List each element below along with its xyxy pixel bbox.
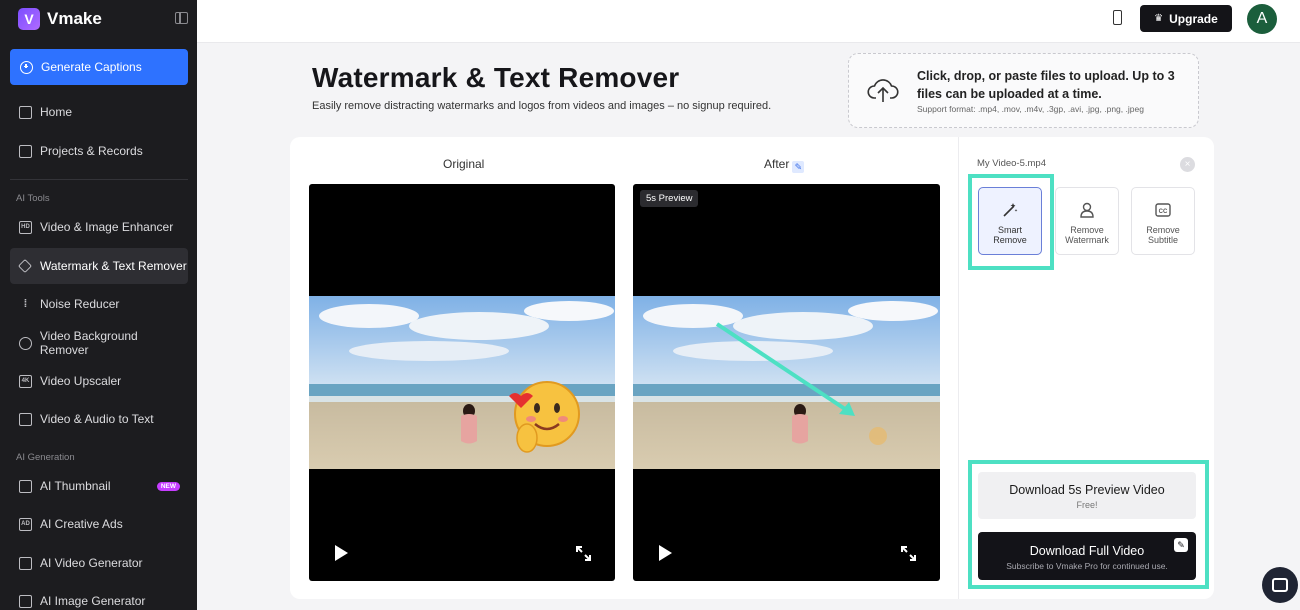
watermark-person-icon (1080, 202, 1094, 218)
app-name: Vmake (47, 9, 102, 28)
image-gen-icon (19, 594, 32, 608)
crown-icon: ♛ (1154, 13, 1164, 24)
sidebar-item-label: Video Upscaler (40, 374, 122, 388)
magic-wand-icon: ✎ (792, 161, 805, 173)
sidebar-item-label: AI Image Generator (40, 594, 146, 608)
generate-captions-button[interactable]: Generate Captions (10, 49, 188, 85)
beach-scene-result-image (633, 296, 940, 469)
sidebar-item-label: AI Thumbnail (40, 479, 111, 493)
preview-badge: 5s Preview (640, 190, 699, 207)
page-title: Watermark & Text Remover (312, 62, 680, 93)
projects-icon (19, 144, 32, 158)
sidebar-item-label: Video & Audio to Text (40, 412, 154, 426)
upgrade-button[interactable]: ♛ Upgrade (1140, 5, 1232, 32)
fullscreen-icon[interactable] (576, 546, 591, 561)
play-icon[interactable] (659, 545, 672, 561)
avatar[interactable]: A (1247, 4, 1277, 34)
sidebar-item-label: Video Background Remover (39, 329, 138, 357)
tool-label-line2: Subtitle (1147, 235, 1179, 245)
sidebar-item-audio-to-text[interactable]: Video & Audio to Text (10, 401, 188, 437)
sidebar-item-ai-image-generator[interactable]: AI Image Generator (10, 583, 188, 610)
play-icon[interactable] (335, 545, 348, 561)
sidebar-item-projects[interactable]: Projects & Records (10, 133, 188, 169)
upgrade-label: Upgrade (1169, 11, 1218, 26)
supported-formats: Support format: .mp4, .mov, .m4v, .3gp, … (917, 104, 1144, 114)
remove-subtitle-button[interactable]: CC Remove Subtitle (1131, 187, 1195, 255)
upload-instructions: Click, drop, or paste files to upload. U… (917, 69, 1175, 101)
collapse-sidebar-icon[interactable] (175, 12, 188, 24)
sidebar-item-label: AI Creative Ads (40, 517, 123, 531)
hd-icon: HD (19, 220, 32, 234)
sidebar: V Vmake Generate Captions Home Projects … (0, 0, 197, 610)
sidebar-item-ai-creative-ads[interactable]: AD AI Creative Ads (10, 506, 188, 542)
after-label: After (764, 157, 790, 171)
sidebar-item-label: Projects & Records (40, 144, 143, 158)
svg-text:CC: CC (1159, 209, 1168, 215)
remove-watermark-button[interactable]: Remove Watermark (1055, 187, 1119, 255)
sidebar-item-ai-video-generator[interactable]: AI Video Generator (10, 545, 188, 581)
sidebar-item-label: AI Video Generator (40, 556, 143, 570)
page-subtitle: Easily remove distracting watermarks and… (312, 100, 772, 112)
plus-circle-icon (20, 60, 33, 74)
vmake-logo-icon: V (18, 8, 40, 30)
sidebar-item-ai-thumbnail[interactable]: AI Thumbnail NEW (10, 468, 188, 504)
video-gen-icon (19, 556, 32, 570)
ai-tools-section-label: AI Tools (16, 193, 50, 204)
logo[interactable]: V Vmake (18, 7, 102, 31)
sidebar-item-enhancer[interactable]: HD Video & Image Enhancer (10, 209, 188, 245)
4k-icon: 4K (19, 374, 32, 388)
cc-icon: CC (1155, 203, 1171, 217)
cloud-upload-icon (867, 79, 899, 102)
sidebar-item-home[interactable]: Home (10, 94, 188, 130)
text-icon (19, 412, 32, 426)
eraser-icon (17, 258, 33, 274)
generate-captions-label: Generate Captions (41, 60, 142, 74)
tool-label-line1: Remove (1146, 225, 1180, 235)
sidebar-item-label: Home (40, 105, 73, 119)
tool-label-line1: Remove (1070, 225, 1104, 235)
top-bar (197, 0, 1300, 43)
new-badge: NEW (156, 481, 180, 491)
thumbnail-icon (19, 479, 32, 493)
waveform-icon: ⁞ (23, 298, 28, 310)
sidebar-item-watermark-remover[interactable]: Watermark & Text Remover (10, 248, 188, 284)
panel-divider (958, 137, 959, 599)
original-label: Original (443, 157, 485, 171)
sidebar-item-noise-reducer[interactable]: ⁞ Noise Reducer (10, 286, 188, 322)
chat-support-button[interactable] (1262, 567, 1298, 603)
sidebar-item-label: Noise Reducer (40, 297, 120, 311)
chat-icon (1272, 578, 1288, 592)
after-video-player[interactable]: 5s Preview (633, 184, 940, 581)
mobile-phone-icon[interactable] (1113, 10, 1122, 25)
close-icon[interactable]: × (1180, 157, 1195, 172)
original-video-player[interactable] (309, 184, 615, 581)
highlight-box-downloads (968, 460, 1209, 589)
home-icon (19, 105, 32, 119)
ads-icon: AD (19, 517, 32, 531)
sidebar-divider (10, 179, 188, 180)
person-icon (19, 336, 32, 350)
tool-label-line2: Watermark (1065, 235, 1109, 245)
sidebar-item-label: Video & Image Enhancer (40, 220, 174, 234)
sidebar-item-upscaler[interactable]: 4K Video Upscaler (10, 363, 188, 399)
after-label-group: After ✎ (764, 157, 805, 173)
upload-dropzone[interactable]: Click, drop, or paste files to upload. U… (848, 53, 1199, 128)
sidebar-item-background-remover[interactable]: Video Background Remover (10, 325, 188, 361)
ai-generation-section-label: AI Generation (16, 452, 75, 463)
fullscreen-icon[interactable] (901, 546, 916, 561)
file-name: My Video-5.mp4 (977, 158, 1046, 169)
beach-scene-image (309, 296, 615, 469)
highlight-box-smart-remove (968, 174, 1054, 270)
sidebar-item-label: Watermark & Text Remover (40, 259, 187, 273)
